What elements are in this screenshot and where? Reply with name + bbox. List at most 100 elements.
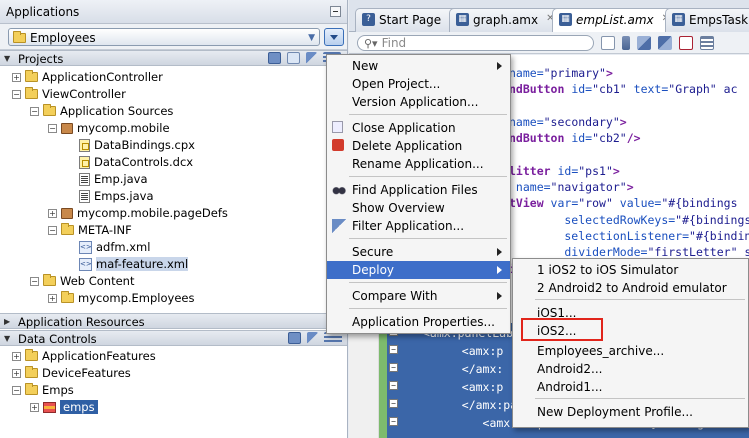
tree-item[interactable]: Emp.java: [66, 170, 148, 188]
code-token: name=: [509, 66, 544, 80]
filter-icon[interactable]: [306, 52, 317, 64]
expand-icon[interactable]: +: [48, 208, 57, 218]
collapse-icon[interactable]: −: [30, 106, 39, 116]
application-menu-button[interactable]: [324, 28, 344, 46]
source-view-icon[interactable]: [700, 36, 714, 50]
tree-item[interactable]: − Application Sources: [30, 102, 173, 120]
tree-item[interactable]: + mycomp.mobile.pageDefs: [48, 204, 228, 222]
code-token: "cb2": [592, 131, 627, 146]
collapse-icon[interactable]: −: [48, 225, 57, 235]
tree-item[interactable]: <> maf-feature.xml: [66, 255, 189, 273]
data-control-item[interactable]: + DeviceFeatures: [12, 364, 131, 382]
menu-item-label: Close Application: [352, 121, 456, 135]
java-file-icon: [79, 172, 90, 186]
menu-item-close-application[interactable]: Close Application: [327, 119, 510, 137]
menu-item-show-overview[interactable]: Show Overview: [327, 199, 510, 217]
data-controls-header[interactable]: ▼ Data Controls: [0, 330, 347, 346]
next-occurrence-icon[interactable]: [658, 36, 672, 50]
data-control-label: DeviceFeatures: [42, 366, 131, 380]
collapse-icon[interactable]: −: [30, 276, 39, 286]
expand-icon[interactable]: +: [12, 368, 21, 378]
menu-item-open-project[interactable]: Open Project...: [327, 75, 510, 93]
deploy-item-label: Android2...: [537, 362, 603, 376]
package-icon: [61, 122, 73, 134]
clear-icon[interactable]: [679, 36, 693, 50]
deploy-item[interactable]: 1 iOS2 to iOS Simulator: [513, 261, 748, 279]
menu-item-new[interactable]: New: [327, 57, 510, 75]
data-control-item[interactable]: + ApplicationFeatures: [12, 347, 156, 365]
folder-icon: [43, 274, 56, 286]
menu-separator: [349, 238, 507, 239]
bookmark-icon[interactable]: [622, 36, 630, 50]
expand-icon[interactable]: +: [30, 402, 39, 412]
fold-toggle-icon[interactable]: −: [389, 381, 398, 390]
menu-item-rename-application[interactable]: Rename Application...: [327, 155, 510, 173]
projects-section-header[interactable]: ▼ Projects: [0, 50, 347, 66]
tree-item[interactable]: Emps.java: [66, 187, 154, 205]
editor-tab[interactable]: ▦empList.amx✕: [552, 8, 678, 33]
fold-toggle-icon[interactable]: −: [389, 399, 398, 408]
editor-tab[interactable]: ▦ graph.amx ✕: [449, 8, 562, 32]
menu-item-label: Show Overview: [352, 201, 445, 215]
previous-occurrence-icon[interactable]: [637, 36, 651, 50]
menu-item-delete-application[interactable]: Delete Application: [327, 137, 510, 155]
collapse-icon[interactable]: −: [48, 123, 57, 133]
find-input[interactable]: ⚲▾ Find: [357, 35, 594, 51]
data-control-item[interactable]: + emps: [30, 398, 98, 416]
menu-item-deploy[interactable]: Deploy: [327, 261, 510, 279]
menu-separator: [349, 308, 507, 309]
expand-icon[interactable]: +: [12, 72, 21, 82]
fold-toggle-icon[interactable]: −: [389, 417, 398, 426]
collapse-icon[interactable]: −: [12, 385, 21, 395]
synchronize-icon[interactable]: [268, 52, 281, 64]
data-control-icon: [25, 366, 38, 378]
data-control-item[interactable]: − Emps: [12, 381, 74, 399]
tree-item[interactable]: − META-INF: [48, 221, 132, 239]
menu-item-find-application-files[interactable]: Find Application Files: [327, 181, 510, 199]
deploy-item-label: Android1...: [537, 380, 603, 394]
menu-item-compare-with[interactable]: Compare With: [327, 287, 510, 305]
menu-item-filter-application[interactable]: Filter Application...: [327, 217, 510, 235]
code-token: >: [626, 180, 634, 195]
application-combo[interactable]: Employees ▼: [8, 28, 320, 46]
deploy-item[interactable]: Android2...: [513, 360, 748, 378]
filter-icon[interactable]: [307, 332, 318, 344]
deploy-item[interactable]: Employees_archive...: [513, 342, 748, 360]
tree-item[interactable]: − Web Content: [30, 272, 134, 290]
editor-tab[interactable]: ▦ EmpsTaskF: [665, 8, 749, 32]
menu-item-secure[interactable]: Secure: [327, 243, 510, 261]
application-context-menu: New Open Project... Version Application...…: [326, 54, 511, 334]
tree-item[interactable]: − mycomp.mobile: [48, 119, 170, 137]
tree-item[interactable]: − ViewController: [12, 85, 126, 103]
tree-item[interactable]: DataControls.dcx: [66, 153, 193, 171]
refresh-icon[interactable]: [288, 332, 301, 344]
deploy-item[interactable]: New Deployment Profile...: [513, 403, 748, 421]
menu-item-version-application[interactable]: Version Application...: [327, 93, 510, 111]
fold-toggle-icon[interactable]: −: [389, 345, 398, 354]
code-token: />: [626, 131, 641, 146]
menu-separator: [349, 176, 507, 177]
expand-icon[interactable]: +: [12, 351, 21, 361]
tree-item[interactable]: + ApplicationController: [12, 68, 163, 86]
tree-item[interactable]: + mycomp.Employees: [48, 289, 194, 307]
tree-item[interactable]: <> adfm.xml: [66, 238, 150, 256]
application-resources-header[interactable]: ▶ Application Resources: [0, 313, 347, 329]
deploy-item-label: 1 iOS2 to iOS Simulator: [537, 263, 679, 277]
minimize-icon[interactable]: [330, 6, 341, 17]
toggle-options-icon[interactable]: [601, 36, 615, 50]
data-control-icon: [25, 349, 38, 361]
collapse-icon[interactable]: −: [12, 89, 21, 99]
deploy-item[interactable]: 2 Android2 to Android emulator: [513, 279, 748, 297]
close-application-icon: [332, 121, 343, 133]
fold-toggle-icon[interactable]: −: [389, 363, 398, 372]
search-icon[interactable]: [287, 52, 300, 64]
menu-item-label: Open Project...: [352, 77, 441, 91]
expand-icon[interactable]: +: [48, 293, 57, 303]
highlight-callout-box: [521, 318, 603, 341]
package-icon: [61, 207, 73, 219]
deploy-item[interactable]: Android1...: [513, 378, 748, 396]
menu-item-application-properties[interactable]: Application Properties...: [327, 313, 510, 331]
code-line: selectedRowKeys="#{bindings: [509, 212, 749, 228]
tree-item[interactable]: DataBindings.cpx: [66, 136, 195, 154]
tab-label: EmpsTaskF: [689, 13, 749, 27]
